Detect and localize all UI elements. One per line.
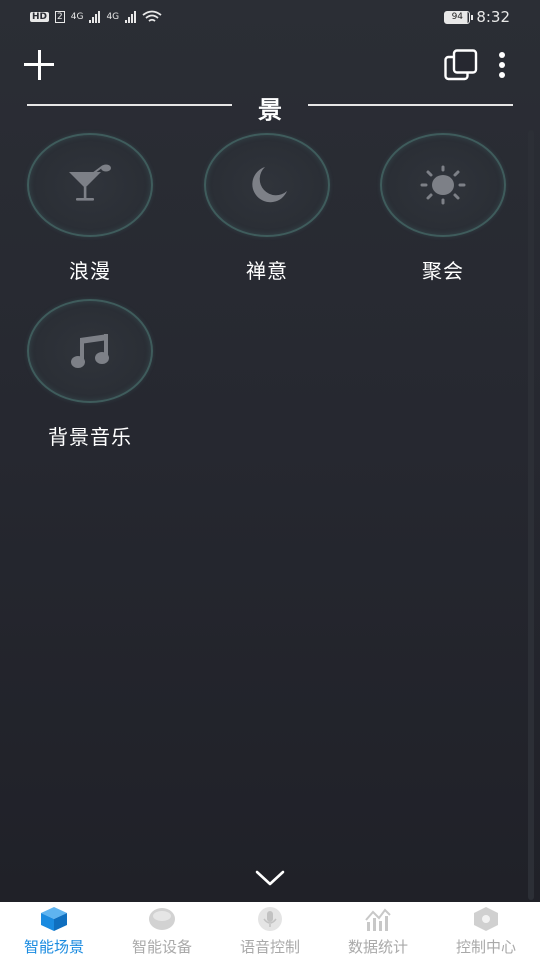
scene-label: 聚会 xyxy=(422,259,464,283)
wifi-icon xyxy=(142,10,162,22)
divider-left xyxy=(27,104,232,106)
signal-2-icon xyxy=(125,11,137,23)
scene-party[interactable]: 聚会 xyxy=(373,133,513,284)
scene-zen[interactable]: 禅意 xyxy=(197,133,337,284)
sim-badge: 2 xyxy=(55,11,65,23)
scene-label: 背景音乐 xyxy=(48,425,132,449)
divider-right xyxy=(308,104,513,106)
tab-label: 智能设备 xyxy=(131,938,192,956)
more-dot xyxy=(499,62,505,68)
chevron-down-icon[interactable] xyxy=(254,868,286,888)
device-icon xyxy=(149,908,175,930)
tab-voice-control[interactable]: 语音控制 xyxy=(216,902,324,960)
section-title: 景 xyxy=(258,96,282,124)
status-right: 94 8:32 xyxy=(444,8,510,26)
signal-1-label: 4G xyxy=(70,12,84,22)
tab-statistics[interactable]: 数据统计 xyxy=(324,902,432,960)
scene-circle[interactable] xyxy=(380,133,506,237)
top-toolbar xyxy=(0,40,540,90)
more-dot xyxy=(499,52,505,58)
multi-window-icon[interactable] xyxy=(444,49,480,81)
hd-badge: HD xyxy=(30,12,50,22)
microphone-icon xyxy=(258,907,282,931)
music-note-icon xyxy=(71,334,109,368)
tab-label: 智能场景 xyxy=(23,938,84,956)
status-bar: HD 2 4G 4G 94 8:32 xyxy=(0,0,540,34)
tab-label: 控制中心 xyxy=(455,938,516,956)
scene-circle[interactable] xyxy=(204,133,330,237)
cube-icon xyxy=(41,907,67,931)
more-vertical-icon[interactable] xyxy=(492,50,512,80)
scene-circle[interactable] xyxy=(27,133,153,237)
scene-label: 浪漫 xyxy=(69,259,111,283)
sun-icon xyxy=(420,165,466,205)
tab-label: 数据统计 xyxy=(347,938,408,956)
moon-icon xyxy=(252,167,287,203)
scrollbar[interactable] xyxy=(528,130,534,900)
signal-1-icon xyxy=(89,11,101,23)
signal-2-label: 4G xyxy=(106,12,120,22)
hexagon-icon xyxy=(474,907,498,931)
tab-label: 语音控制 xyxy=(239,938,300,956)
battery-icon: 94 xyxy=(444,10,474,24)
plus-icon[interactable] xyxy=(22,48,56,82)
clock: 8:32 xyxy=(476,8,510,26)
scene-romantic[interactable]: 浪漫 xyxy=(20,133,160,284)
more-dot xyxy=(499,72,505,78)
tab-control-center[interactable]: 控制中心 xyxy=(432,902,540,960)
tab-smart-devices[interactable]: 智能设备 xyxy=(108,902,216,960)
chart-icon xyxy=(365,908,391,931)
section-header: 景 xyxy=(0,88,540,124)
tab-smart-scenes[interactable]: 智能场景 xyxy=(0,902,108,960)
bottom-tab-bar: 智能场景 智能设备 语音控制 数据统计 控制中心 xyxy=(0,902,540,960)
scene-background-music[interactable]: 背景音乐 xyxy=(20,299,160,450)
cocktail-icon xyxy=(69,164,111,201)
scene-label: 禅意 xyxy=(246,259,288,283)
scene-circle[interactable] xyxy=(27,299,153,403)
status-left: HD 2 4G 4G xyxy=(30,10,162,24)
